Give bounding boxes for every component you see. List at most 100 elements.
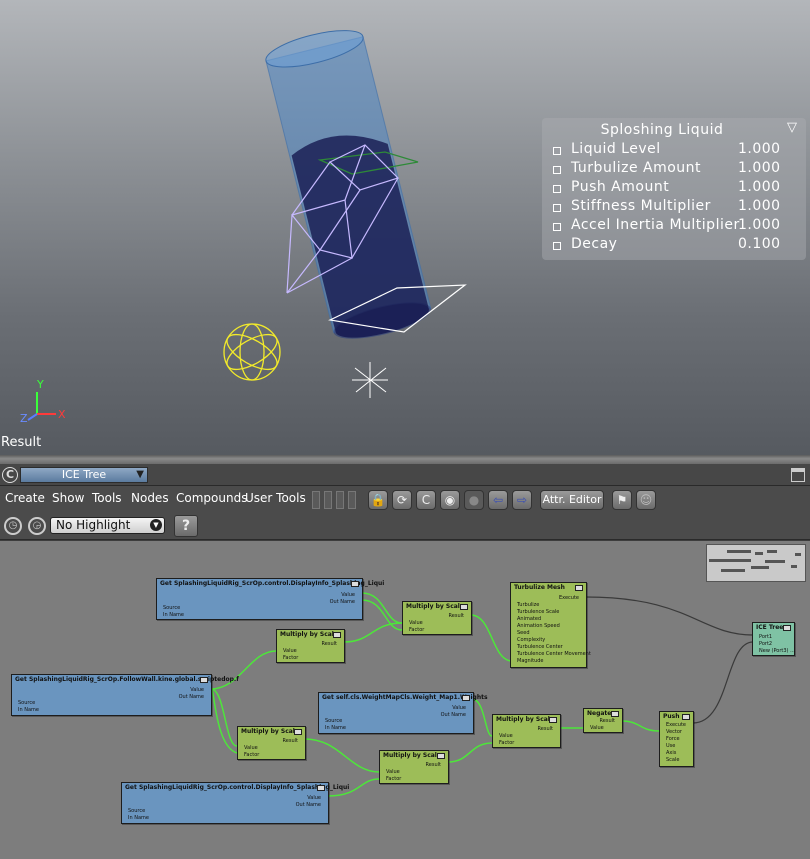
refresh-icon[interactable]: ⟳ xyxy=(392,490,412,510)
node-collapse-icon[interactable] xyxy=(783,625,791,631)
node-port[interactable]: Value xyxy=(452,705,466,711)
node-port[interactable]: Source xyxy=(163,605,180,611)
ppg-row-value[interactable]: 1.000 xyxy=(738,198,781,214)
node-collapse-icon[interactable] xyxy=(200,677,208,683)
node-port[interactable]: Value xyxy=(244,745,258,751)
3d-viewport[interactable]: Y X Z Result Sploshing Liquid ▽ Liquid L… xyxy=(0,0,810,455)
node-port[interactable]: Value xyxy=(499,733,513,739)
node-port[interactable]: Turbulize xyxy=(517,602,539,608)
node-port[interactable]: Source xyxy=(128,808,145,814)
ice-tree-selector[interactable]: ICE Tree ▼ xyxy=(20,467,148,483)
node-port[interactable]: Result xyxy=(426,762,441,768)
ppg-row-value[interactable]: 1.000 xyxy=(738,141,781,157)
toolbar-grip[interactable] xyxy=(312,490,362,510)
node-port[interactable]: Scale xyxy=(666,757,679,763)
node-port[interactable]: In Name xyxy=(163,612,184,618)
ppg-row[interactable]: Liquid Level 1.000 xyxy=(552,141,792,160)
copyright-c-icon[interactable]: C xyxy=(2,467,18,483)
node-port[interactable]: Result xyxy=(322,641,337,647)
ppg-row-value[interactable]: 0.100 xyxy=(738,236,781,252)
attr-editor-button[interactable]: Attr. Editor xyxy=(540,490,604,510)
node-collapse-icon[interactable] xyxy=(437,753,445,759)
node-port[interactable]: Value xyxy=(307,795,321,801)
node-port[interactable]: Source xyxy=(325,718,342,724)
node-port[interactable]: Out Name xyxy=(296,802,321,808)
node-port[interactable]: Factor xyxy=(283,655,298,661)
pane-splitter[interactable] xyxy=(0,455,810,464)
node-port[interactable]: Source xyxy=(18,700,35,706)
push-node[interactable]: Push Execute Vector Force Use Axis Scale xyxy=(659,711,694,767)
node-collapse-icon[interactable] xyxy=(460,604,468,610)
multiply-by-scalar-node[interactable]: Multiply by Scalar Result Value Factor xyxy=(402,601,472,635)
multiply-by-scalar-node[interactable]: Multiply by Scalar Result Value Factor xyxy=(492,714,561,748)
node-port[interactable]: Turbulence Center xyxy=(517,644,563,650)
node-port[interactable]: Value xyxy=(283,648,297,654)
explorer-icon[interactable]: ⚑ xyxy=(612,490,632,510)
node-port[interactable]: Axis xyxy=(666,750,676,756)
ppg-row-value[interactable]: 1.000 xyxy=(738,160,781,176)
checkbox-icon[interactable] xyxy=(553,223,561,231)
node-port[interactable]: Turbulence Scale xyxy=(517,609,559,615)
checkbox-icon[interactable] xyxy=(553,166,561,174)
checkbox-icon[interactable] xyxy=(553,147,561,155)
node-port[interactable]: Result xyxy=(600,718,615,724)
graph-minimap[interactable] xyxy=(706,544,806,582)
node-port[interactable]: Out Name xyxy=(330,599,355,605)
multiply-by-scalar-node[interactable]: Multiply by Scalar Result Value Factor xyxy=(276,629,345,663)
ppg-row-value[interactable]: 1.000 xyxy=(738,217,781,233)
help-button[interactable]: ? xyxy=(174,515,198,537)
node-port[interactable]: Out Name xyxy=(441,712,466,718)
node-port[interactable]: Result xyxy=(538,726,553,732)
node-port[interactable]: Animated xyxy=(517,616,541,622)
get-data-node-display-info-bottom[interactable]: Get SplashingLiquidRig_ScrOp.control.Dis… xyxy=(121,782,349,824)
node-collapse-icon[interactable] xyxy=(317,785,325,791)
back-arrow-icon[interactable]: ⇦ xyxy=(488,490,508,510)
node-port[interactable]: Execute xyxy=(559,595,579,601)
node-port[interactable]: New (Port3) ... xyxy=(759,648,795,654)
clear-icon[interactable]: C xyxy=(416,490,436,510)
node-port[interactable]: Value xyxy=(341,592,355,598)
node-collapse-icon[interactable] xyxy=(682,714,690,720)
ice-tree-root-node[interactable]: ICE Tree Port1 Port2 New (Port3) ... xyxy=(752,622,795,656)
node-port[interactable]: In Name xyxy=(128,815,149,821)
node-port[interactable]: Use xyxy=(666,743,675,749)
menu-show[interactable]: Show xyxy=(52,491,84,505)
lock-icon[interactable]: 🔒 xyxy=(368,490,388,510)
node-collapse-icon[interactable] xyxy=(351,581,359,587)
node-port[interactable]: Animation Speed xyxy=(517,623,560,629)
window-maximize-icon[interactable] xyxy=(791,468,805,482)
ppg-row[interactable]: Stiffness Multiplier 1.000 xyxy=(552,198,792,217)
multiply-by-scalar-node[interactable]: Multiply by Scalar Result Value Factor xyxy=(379,750,449,784)
node-port[interactable]: Factor xyxy=(409,627,424,633)
menu-tools[interactable]: Tools xyxy=(92,491,122,505)
node-port[interactable]: Vector xyxy=(666,729,682,735)
node-port[interactable]: Result xyxy=(449,613,464,619)
node-port[interactable]: Port1 xyxy=(759,634,772,640)
node-port[interactable]: Factor xyxy=(386,776,401,782)
node-port[interactable]: Magnitude xyxy=(517,658,544,664)
node-port[interactable]: Out Name xyxy=(179,694,204,700)
menu-user-tools[interactable]: User Tools xyxy=(245,491,306,505)
menu-create[interactable]: Create xyxy=(5,491,45,505)
node-port[interactable]: Value xyxy=(590,725,604,731)
get-data-node-display-info-top[interactable]: Get SplashingLiquidRig_ScrOp.control.Dis… xyxy=(156,578,384,620)
get-data-node-followwall[interactable]: Get SplashingLiquidRig_ScrOp.FollowWall.… xyxy=(11,674,239,716)
node-port[interactable]: Complexity xyxy=(517,637,545,643)
menu-nodes[interactable]: Nodes xyxy=(131,491,169,505)
node-port[interactable]: Turbulence Center Movement xyxy=(517,651,591,657)
node-collapse-icon[interactable] xyxy=(462,695,470,701)
node-port[interactable]: Value xyxy=(190,687,204,693)
ppg-row[interactable]: Turbulize Amount 1.000 xyxy=(552,160,792,179)
node-port[interactable]: Value xyxy=(409,620,423,626)
node-port[interactable]: Value xyxy=(386,769,400,775)
update-icon[interactable]: ◉ xyxy=(440,490,460,510)
node-port[interactable]: Execute xyxy=(666,722,686,728)
checkbox-icon[interactable] xyxy=(553,204,561,212)
node-collapse-icon[interactable] xyxy=(294,729,302,735)
checkbox-icon[interactable] xyxy=(553,185,561,193)
stopwatch-icon[interactable]: ◷ xyxy=(4,517,22,535)
preset-manager-icon[interactable]: ☺ xyxy=(636,490,656,510)
stopwatch-settings-icon[interactable]: ◶ xyxy=(28,517,46,535)
turbulize-mesh-node[interactable]: Turbulize Mesh Execute Turbulize Turbule… xyxy=(510,582,591,668)
node-port[interactable]: Factor xyxy=(499,740,514,746)
